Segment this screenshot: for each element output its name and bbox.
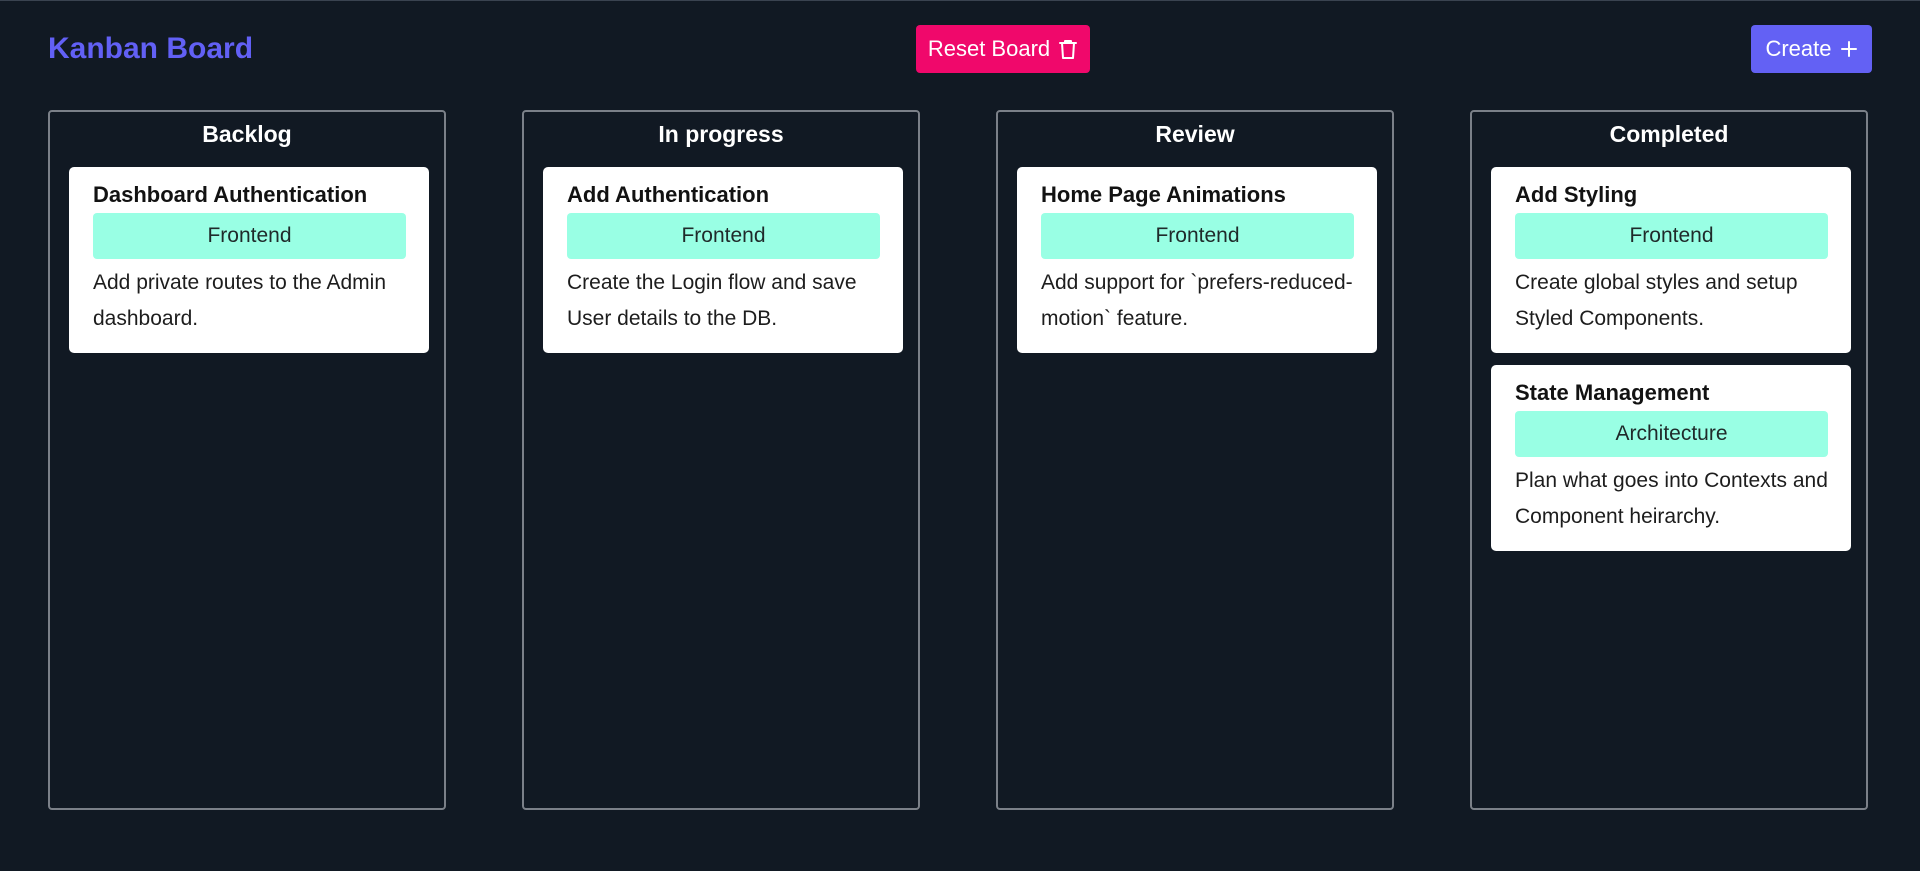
card-tag: Frontend [567,213,880,259]
task-card[interactable]: Dashboard Authentication Frontend Add pr… [69,167,429,353]
column-review[interactable]: Review Home Page Animations Frontend Add… [996,110,1394,810]
card-description: Add private routes to the Admin dashboar… [93,271,387,330]
card-tag: Architecture [1515,411,1828,457]
task-card[interactable]: Add Authentication Frontend Create the L… [543,167,903,353]
column-completed[interactable]: Completed Add Styling Frontend Create gl… [1470,110,1868,810]
card-description: Create the Login flow and save User deta… [567,271,857,330]
column-title: In progress [658,121,784,147]
card-tag: Frontend [1041,213,1354,259]
card-title: Add Authentication [567,182,770,207]
card-title: Dashboard Authentication [93,182,368,207]
column-title: Backlog [202,121,292,147]
kanban-board: Backlog Dashboard Authentication Fronten… [0,0,1920,871]
card-tag: Frontend [93,213,406,259]
task-card[interactable]: State Management Architecture Plan what … [1491,365,1851,551]
column-in-progress[interactable]: In progress Add Authentication Frontend … [522,110,920,810]
column-title: Completed [1609,121,1729,147]
card-title: Add Styling [1515,182,1638,207]
card-title: State Management [1515,380,1710,405]
card-description: Add support for `prefers-reduced-motion`… [1041,271,1353,330]
card-description: Plan what goes into Contexts and Compone… [1515,469,1828,528]
task-card[interactable]: Add Styling Frontend Create global style… [1491,167,1851,353]
card-tag: Frontend [1515,213,1828,259]
column-title: Review [1155,121,1235,147]
card-title: Home Page Animations [1041,182,1286,207]
column-backlog[interactable]: Backlog Dashboard Authentication Fronten… [48,110,446,810]
card-description: Create global styles and setup Styled Co… [1515,271,1798,330]
task-card[interactable]: Home Page Animations Frontend Add suppor… [1017,167,1377,353]
